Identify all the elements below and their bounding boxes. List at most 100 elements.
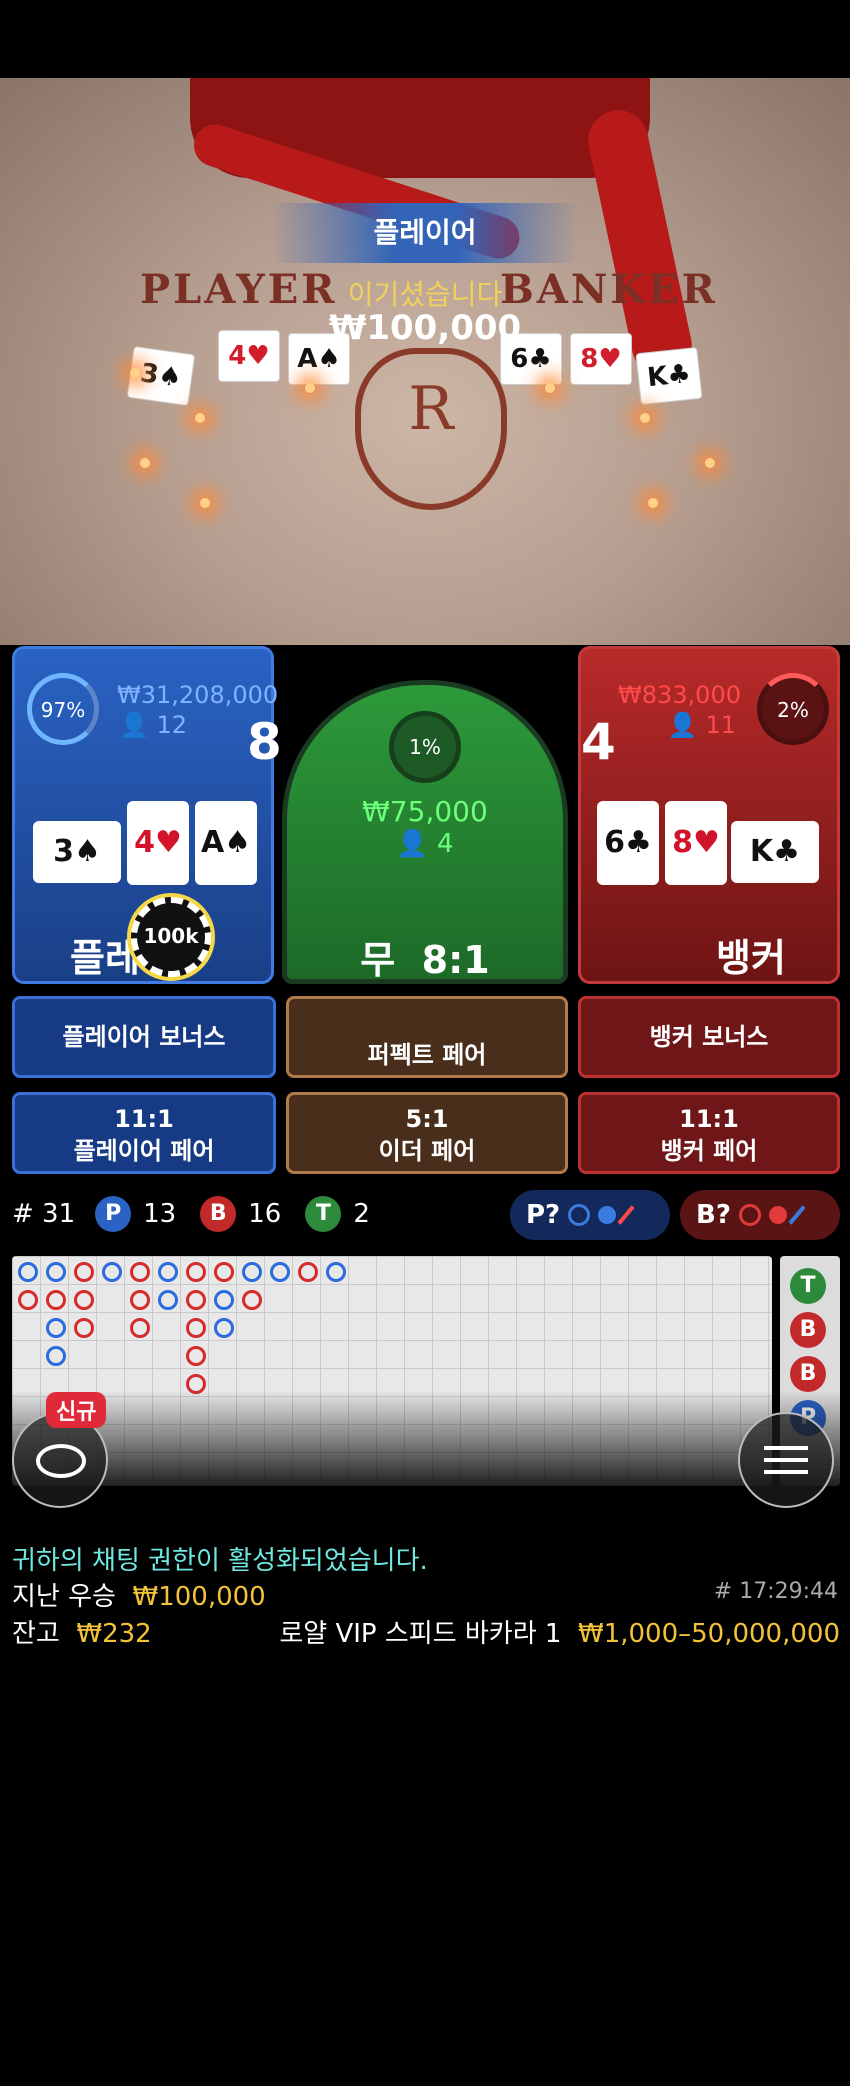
round-id: # 17:29:44 xyxy=(713,1579,838,1604)
player-bettor-count: 👤 12 xyxy=(119,711,188,739)
player-percent-ring: 97% xyxy=(27,673,99,745)
perfect-pair-button[interactable]: 퍼펙트 페어 xyxy=(286,996,568,1078)
sparkle xyxy=(200,498,210,508)
playing-card: 3♠ xyxy=(33,821,121,883)
result-message: 이기셨습니다 xyxy=(347,278,503,311)
player-bet-spot[interactable]: 97% ₩31,208,000 👤 12 8 3♠ 4♥ A♠ 플레 100k xyxy=(12,646,282,984)
player-total: 8 xyxy=(247,713,282,771)
chat-bubble-icon xyxy=(36,1444,86,1478)
player-pair-button[interactable]: 11:1 플레이어 페어 xyxy=(12,1092,276,1174)
banker-wins-icon: B xyxy=(200,1196,237,1232)
balance-amount: ₩232 xyxy=(76,1619,152,1649)
table-info: 로얄 VIP 스피드 바카라 1 ₩1,000–50,000,000 xyxy=(264,1613,840,1650)
banker-label: 뱅커 xyxy=(716,936,786,980)
playing-card: 4♥ xyxy=(127,801,189,885)
table-banker-card-3: K♣ xyxy=(635,346,703,406)
menu-button[interactable] xyxy=(738,1412,834,1508)
either-pair-button[interactable]: 5:1 이더 페어 xyxy=(286,1092,568,1174)
slash-icon xyxy=(617,1205,635,1225)
banker-predict-label: B? xyxy=(696,1200,731,1230)
banker-percent: 2% xyxy=(777,698,809,722)
player-bead xyxy=(18,1262,38,1282)
banker-predict-button[interactable]: B? xyxy=(680,1190,840,1240)
last-win-amount: ₩100,000 xyxy=(132,1582,266,1612)
player-bead xyxy=(326,1262,346,1282)
player-bonus-button[interactable]: 플레이어 보너스 xyxy=(12,996,276,1078)
banker-pair-label: 뱅커 페어 xyxy=(660,1137,758,1165)
banker-bead xyxy=(46,1290,66,1310)
sidepanel-bead: B xyxy=(790,1312,826,1348)
result-amount: ₩100,000 xyxy=(328,308,522,348)
sparkle xyxy=(140,458,150,468)
person-icon: 👤 xyxy=(119,711,149,739)
banker-pair-button[interactable]: 11:1 뱅커 페어 xyxy=(578,1092,840,1174)
banker-bead xyxy=(186,1346,206,1366)
banker-bead xyxy=(186,1290,206,1310)
banker-bead xyxy=(74,1318,94,1338)
player-predict-button[interactable]: P? xyxy=(510,1190,670,1240)
banker-wins-count: 16 xyxy=(248,1199,282,1229)
banker-bead xyxy=(298,1262,318,1282)
player-wins-count: 13 xyxy=(143,1199,177,1229)
player-bead xyxy=(46,1318,66,1338)
either-pair-label: 이더 페어 xyxy=(378,1137,476,1165)
circle-filled-icon xyxy=(598,1206,617,1224)
player-pair-label: 플레이어 페어 xyxy=(73,1137,215,1165)
player-bead xyxy=(102,1262,122,1282)
scoreboard-fade xyxy=(0,1390,850,1550)
player-label: 플레 xyxy=(70,936,140,980)
playing-card: 6♣ xyxy=(597,801,659,885)
banker-bet-spot[interactable]: 4 ₩833,000 👤 11 2% 6♣ 8♥ K♣ 뱅커 xyxy=(578,646,840,984)
tie-wins-count: 2 xyxy=(353,1199,370,1229)
tie-bet-amount: ₩75,000 xyxy=(362,795,488,828)
circle-outline-icon xyxy=(568,1204,591,1226)
chat-notice: 귀하의 채팅 권한이 활성화되었습니다. xyxy=(12,1546,428,1576)
player-bet-amount: ₩31,208,000 xyxy=(117,681,279,709)
result-banner: 플레이어 xyxy=(270,203,580,263)
player-wins-icon: P xyxy=(95,1196,132,1232)
banker-bead xyxy=(186,1318,206,1338)
banker-bead xyxy=(242,1290,262,1310)
sparkle xyxy=(545,383,555,393)
sparkle xyxy=(130,368,140,378)
banker-bead xyxy=(214,1262,234,1282)
banker-bettor-count: 👤 11 xyxy=(667,711,736,739)
last-win-label: 지난 우승 xyxy=(12,1582,116,1612)
banker-bead xyxy=(74,1290,94,1310)
player-bead xyxy=(158,1290,178,1310)
last-win: 지난 우승 ₩100,000 xyxy=(12,1576,266,1613)
banker-percent-ring: 2% xyxy=(757,673,829,745)
person-icon: 👤 xyxy=(396,829,429,859)
banker-bead xyxy=(186,1262,206,1282)
live-video-feed: PLAYER BANKER R 3♠ 4♥ A♠ 6♣ 8♥ K♣ 플레이어 이… xyxy=(0,78,850,645)
banker-bet-amount: ₩833,000 xyxy=(618,681,741,709)
circle-outline-icon xyxy=(738,1204,761,1226)
sparkle xyxy=(305,383,315,393)
banker-pair-odds: 11:1 xyxy=(679,1105,739,1133)
balance-label: 잔고 xyxy=(12,1619,60,1649)
new-badge: 신규 xyxy=(46,1392,107,1428)
playing-card: 8♥ xyxy=(665,801,727,885)
chip-icon[interactable]: 100k xyxy=(131,897,211,977)
sparkle xyxy=(195,413,205,423)
royal-emblem-icon: R xyxy=(355,348,507,510)
sparkle xyxy=(640,413,650,423)
balance: 잔고 ₩232 xyxy=(12,1613,152,1650)
bet-limits: ₩1,000–50,000,000 xyxy=(577,1619,840,1649)
banker-bead xyxy=(18,1290,38,1310)
banker-bonus-button[interactable]: 뱅커 보너스 xyxy=(578,996,840,1078)
banker-bead xyxy=(130,1290,150,1310)
playing-card: K♣ xyxy=(731,821,819,883)
banker-bead xyxy=(130,1318,150,1338)
sidepanel-bead: B xyxy=(790,1356,826,1392)
person-icon: 👤 xyxy=(667,711,698,739)
player-bead xyxy=(214,1290,234,1310)
player-predict-label: P? xyxy=(526,1200,561,1230)
player-bead xyxy=(46,1262,66,1282)
hamburger-icon xyxy=(764,1446,808,1450)
player-bead xyxy=(270,1262,290,1282)
tie-percent: 1% xyxy=(409,735,441,759)
tie-payout: 8:1 xyxy=(421,938,490,982)
tie-bet-spot[interactable]: 1% ₩75,000 👤 4 무 8:1 xyxy=(282,680,568,984)
either-pair-odds: 5:1 xyxy=(405,1105,449,1133)
